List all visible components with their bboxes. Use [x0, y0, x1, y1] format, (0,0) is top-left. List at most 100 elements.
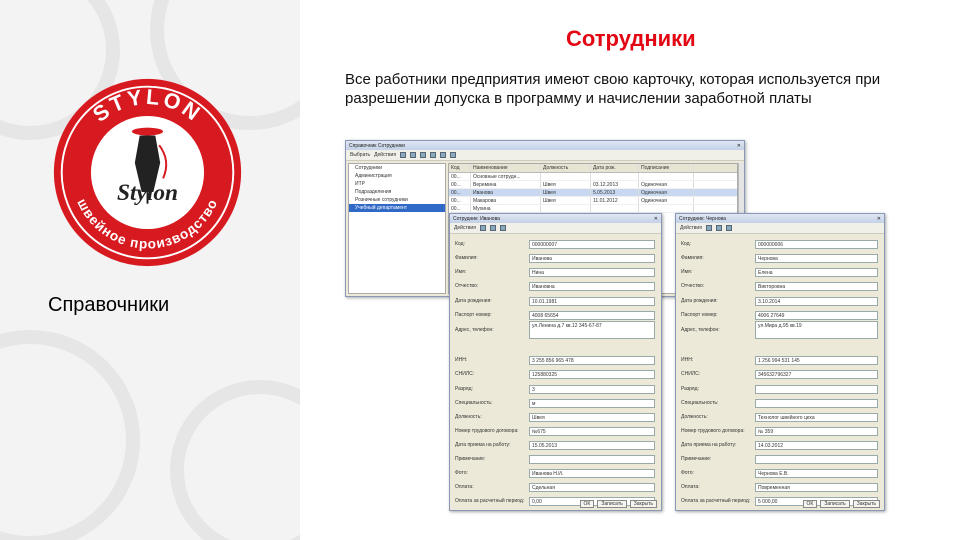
field-input[interactable]: Неделя: [755, 511, 878, 512]
field-input[interactable]: Чернова Е.В.: [755, 468, 878, 478]
field-input[interactable]: 345632796327: [755, 369, 878, 379]
actions-menu[interactable]: Действия: [454, 225, 476, 231]
field-label: Разряд:: [455, 386, 473, 392]
field-label: Дата рождения:: [681, 298, 718, 304]
filter-icon[interactable]: [440, 152, 447, 158]
field-input[interactable]: ул.Ленина д.7 кв.12 345-67-87: [529, 321, 655, 339]
field-input[interactable]: 3 255 856 965 478: [529, 355, 655, 365]
save-icon[interactable]: [705, 225, 712, 231]
form-row: Имя: Нина: [455, 267, 655, 277]
window-titlebar[interactable]: Сотрудник: Иванова ✕: [450, 214, 661, 223]
field-input[interactable]: 125880325: [529, 369, 655, 379]
field-input[interactable]: [755, 398, 878, 408]
ok-button[interactable]: ОК: [579, 500, 595, 508]
field-input[interactable]: [755, 454, 878, 464]
edit-icon[interactable]: [420, 152, 427, 158]
column-header[interactable]: Наименование: [471, 164, 541, 172]
close-button[interactable]: Закрыть: [629, 500, 657, 508]
card-form: Код: 000000006 Фамилия: Чернова Имя: Елена Отч…: [676, 235, 884, 506]
field-input[interactable]: Швея: [529, 412, 655, 422]
form-row: Специальность: м: [455, 398, 655, 408]
window-titlebar[interactable]: Справочник Сотрудники ✕: [346, 141, 744, 150]
cell: 11.01.2012: [591, 197, 639, 204]
help-icon[interactable]: [499, 225, 506, 231]
field-input[interactable]: 1 256 994 531 145: [755, 355, 878, 365]
table-row[interactable]: 00... Основные сотрудн...: [449, 173, 737, 181]
window-titlebar[interactable]: Сотрудник: Чернова ✕: [676, 214, 884, 223]
field-input[interactable]: 4008 65654: [529, 310, 655, 320]
slide-description: Все работники предприятия имеют свою кар…: [345, 71, 881, 107]
add-icon[interactable]: [400, 152, 407, 158]
field-input[interactable]: 4006 27649: [755, 310, 878, 320]
field-input[interactable]: Нина: [529, 267, 655, 277]
tree-item[interactable]: Подразделения: [349, 188, 445, 196]
field-input[interactable]: [529, 511, 655, 512]
field-label: Имя:: [455, 269, 467, 275]
side-label: Справочники: [48, 294, 170, 316]
table-row[interactable]: 00... Макарова Швея 11.01.2012 Одиночная: [449, 197, 737, 205]
column-header[interactable]: Должность: [541, 164, 591, 172]
field-input[interactable]: Иванова Н.И.: [529, 468, 655, 478]
close-icon[interactable]: ✕: [877, 216, 881, 222]
tree-item[interactable]: Розничные сотрудники: [349, 196, 445, 204]
tree-item[interactable]: Сотрудники: [349, 164, 445, 172]
column-header[interactable]: Подписание: [639, 164, 694, 172]
tree-item[interactable]: Учебный департамент: [349, 204, 445, 212]
field-label: Отчество:: [681, 283, 705, 289]
field-input[interactable]: 3.10.2014: [755, 296, 878, 306]
form-row: Код: 000000006: [681, 239, 878, 249]
toolbar: Действия: [450, 223, 661, 234]
refresh-icon[interactable]: [715, 225, 722, 231]
field-label: Дата рождения:: [455, 298, 492, 304]
tree-item[interactable]: Администрация: [349, 172, 445, 180]
field-input[interactable]: Иванова: [529, 253, 655, 263]
close-icon[interactable]: ✕: [654, 216, 658, 222]
table-row[interactable]: 00... Веремина Швея 03.12.2013 Одиночная: [449, 181, 737, 189]
slide-title: Сотрудники: [566, 26, 696, 51]
table-row[interactable]: 00... Мухина: [449, 205, 737, 213]
actions-menu[interactable]: Действия: [374, 152, 396, 158]
tree-item[interactable]: ИТР: [349, 180, 445, 188]
field-input[interactable]: 000000007: [529, 239, 655, 249]
delete-icon[interactable]: [430, 152, 437, 158]
table-row[interactable]: 00... Иванова Швея 5.05.2013 Одиночная: [449, 189, 737, 197]
field-input[interactable]: 14.03.2012: [755, 440, 878, 450]
field-input[interactable]: [529, 454, 655, 464]
field-input[interactable]: Чернова: [755, 253, 878, 263]
field-input[interactable]: № 359: [755, 426, 878, 436]
employee-card-chernova: Сотрудник: Чернова ✕ Действия Код: 0000000…: [675, 213, 885, 511]
ok-button[interactable]: ОК: [802, 500, 818, 508]
cell: Швея: [541, 197, 591, 204]
field-input[interactable]: Повременная: [755, 482, 878, 492]
field-input[interactable]: 10.01.1981: [529, 296, 655, 306]
form-row: Адрес, телефон: ул.Ленина д.7 кв.12 345-6…: [455, 321, 655, 339]
field-input[interactable]: 000000006: [755, 239, 878, 249]
pick-button[interactable]: Выбрать: [350, 152, 370, 158]
cell: 00...: [449, 181, 471, 188]
column-header[interactable]: Дата рож.: [591, 164, 639, 172]
field-label: Разряд:: [681, 386, 699, 392]
write-button[interactable]: Записать: [820, 500, 850, 508]
table-header: Код Наименование Должность Дата рож. Под…: [449, 164, 737, 173]
field-input[interactable]: м: [529, 398, 655, 408]
save-icon[interactable]: [479, 225, 486, 231]
column-header[interactable]: Код: [449, 164, 471, 172]
copy-icon[interactable]: [410, 152, 417, 158]
close-icon[interactable]: ✕: [737, 143, 741, 149]
close-button[interactable]: Закрыть: [852, 500, 880, 508]
refresh-icon[interactable]: [450, 152, 457, 158]
field-input[interactable]: [755, 384, 878, 394]
field-input[interactable]: Сдельная: [529, 482, 655, 492]
field-input[interactable]: Технолог швейного цеха: [755, 412, 878, 422]
help-icon[interactable]: [725, 225, 732, 231]
write-button[interactable]: Записать: [597, 500, 627, 508]
field-input[interactable]: ул.Мира д.95 кв.19: [755, 321, 878, 339]
field-input[interactable]: 3: [529, 384, 655, 394]
refresh-icon[interactable]: [489, 225, 496, 231]
field-input[interactable]: Ивановна: [529, 281, 655, 291]
actions-menu[interactable]: Действия: [680, 225, 702, 231]
field-input[interactable]: №675: [529, 426, 655, 436]
field-input[interactable]: 15.05.2013: [529, 440, 655, 450]
field-input[interactable]: Викторовна: [755, 281, 878, 291]
field-input[interactable]: Елена: [755, 267, 878, 277]
